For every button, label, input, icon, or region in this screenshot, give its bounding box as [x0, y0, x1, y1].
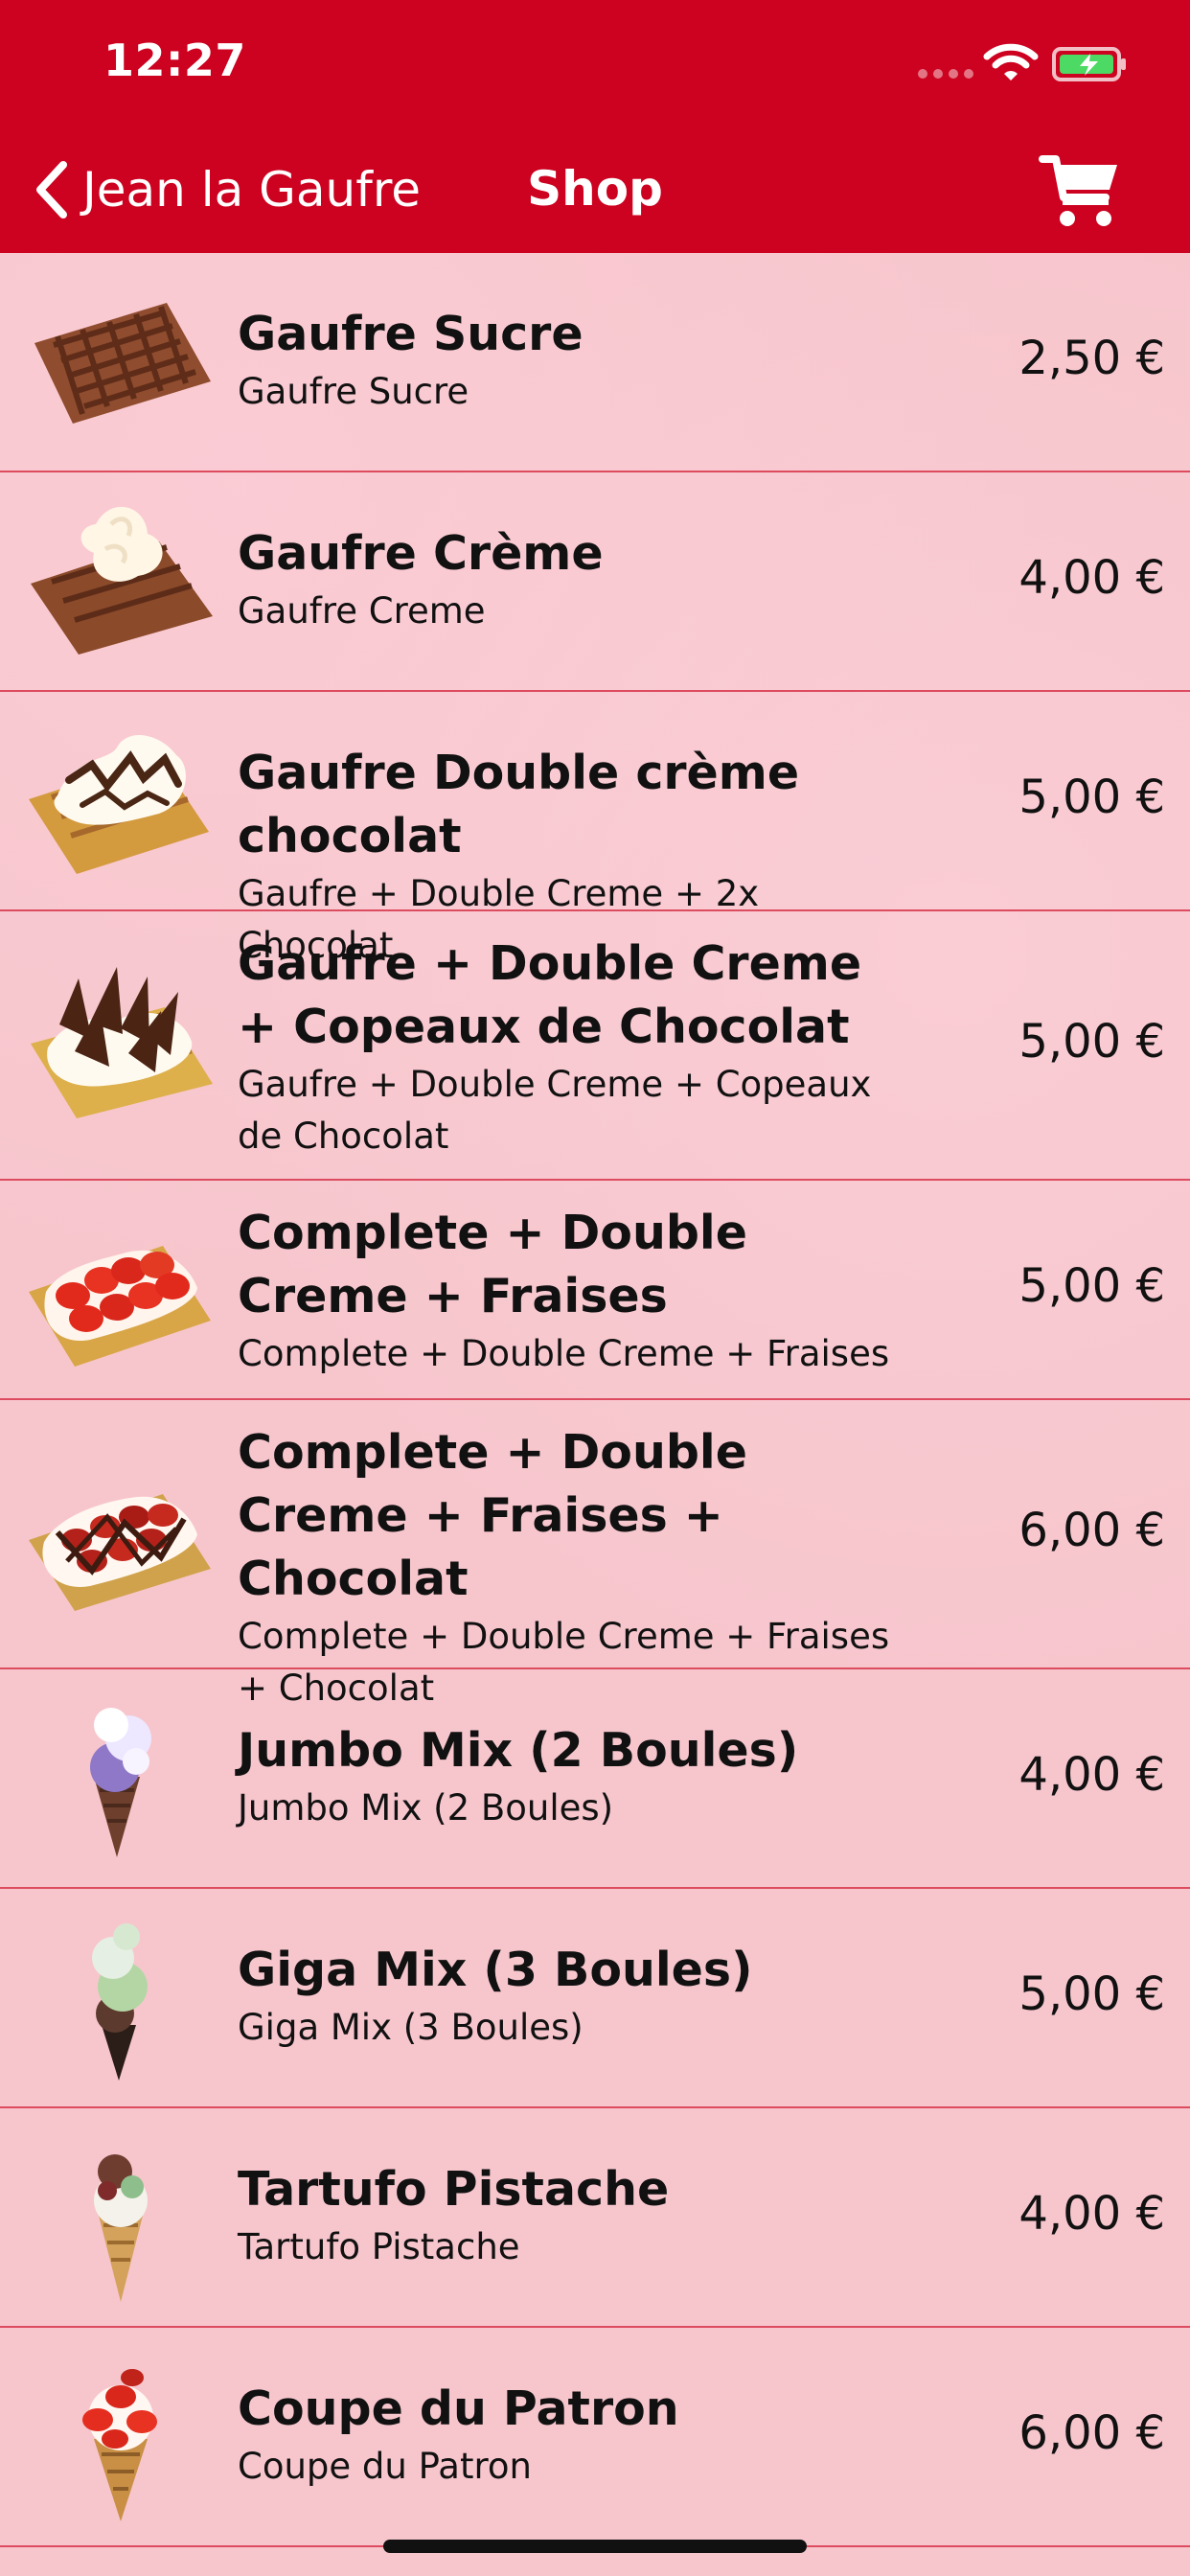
product-row[interactable]: Jumbo Mix (2 Boules) Jumbo Mix (2 Boules… [0, 1669, 1190, 1889]
product-row[interactable]: Complete + Double Creme + Fraises + Choc… [0, 1400, 1190, 1709]
shopping-cart-icon[interactable] [1039, 150, 1123, 230]
product-price: 4,00 € [1018, 551, 1165, 605]
product-description: Gaufre + Double Creme + Copeaux de Choco… [238, 1064, 872, 1157]
product-name: Giga Mix (3 Boules) [238, 1943, 753, 1997]
battery-charging-icon [1052, 47, 1126, 81]
product-description: Giga Mix (3 Boules) [238, 2007, 584, 2048]
product-row[interactable]: Gaufre Double crème chocolat Gaufre + Do… [0, 692, 1190, 966]
product-price: 6,00 € [1018, 1504, 1165, 1557]
ice-cream-cone-icon [92, 1923, 148, 2081]
product-name: Jumbo Mix (2 Boules) [238, 1723, 799, 1778]
product-price: 4,00 € [1018, 2187, 1165, 2241]
product-name: Gaufre Sucre [238, 307, 584, 361]
page-title: Shop [527, 161, 663, 217]
product-description: Gaufre Creme [238, 590, 486, 632]
cellular-signal-icon [918, 69, 973, 79]
product-name: Tartufo Pistache [238, 2162, 670, 2217]
waffle-cream-icon [31, 506, 213, 655]
product-price: 5,00 € [1018, 1259, 1165, 1313]
product-price: 4,00 € [1018, 1748, 1165, 1802]
waffle-double-cream-chocolate-icon [29, 734, 209, 874]
ice-cream-cone-icon [82, 2369, 157, 2521]
product-name: Gaufre Double crème chocolat [238, 746, 800, 863]
product-description: Jumbo Mix (2 Boules) [238, 1787, 614, 1828]
product-row[interactable]: Tartufo Pistache Tartufo Pistache 4,00 € [0, 2108, 1190, 2328]
product-description: Tartufo Pistache [238, 2226, 520, 2267]
product-row[interactable]: Gaufre + Double Creme + Copeaux de Choco… [0, 911, 1190, 1181]
product-price: 6,00 € [1018, 2406, 1165, 2460]
waffle-plain-icon [34, 303, 211, 424]
product-description: Gaufre Sucre [238, 371, 469, 412]
product-name: Gaufre + Double Creme + Copeaux de Choco… [238, 936, 862, 1054]
product-row[interactable]: Giga Mix (3 Boules) Giga Mix (3 Boules) … [0, 1889, 1190, 2108]
product-list[interactable]: Gaufre Sucre Gaufre Sucre 2,50 € Gaufre … [0, 253, 1190, 2576]
status-time: 12:27 [103, 34, 246, 86]
ice-cream-cone-icon [94, 2154, 148, 2302]
product-name: Complete + Double Creme + Fraises [238, 1206, 747, 1323]
product-name: Coupe du Patron [238, 2381, 679, 2436]
waffle-strawberries-icon [29, 1246, 211, 1367]
product-row[interactable]: Coupe du Patron Coupe du Patron 6,00 € [0, 2328, 1190, 2547]
product-price: 5,00 € [1018, 1967, 1165, 2021]
product-price: 5,00 € [1018, 770, 1165, 824]
wifi-icon [983, 43, 1039, 80]
home-indicator[interactable] [383, 2540, 807, 2553]
product-price: 5,00 € [1018, 1015, 1165, 1069]
product-description: Complete + Double Creme + Fraises [238, 1333, 890, 1374]
product-description: Coupe du Patron [238, 2446, 532, 2487]
product-row[interactable]: Complete + Double Creme + Fraises Comple… [0, 1181, 1190, 1400]
navigation-bar: 12:27 Jean la Gaufre Shop [0, 0, 1190, 253]
waffle-strawberries-chocolate-icon [29, 1494, 211, 1611]
product-name: Complete + Double Creme + Fraises + Choc… [238, 1425, 747, 1606]
waffle-chocolate-shavings-icon [31, 967, 213, 1118]
product-row[interactable]: Gaufre Crème Gaufre Creme 4,00 € [0, 472, 1190, 692]
ice-cream-cone-icon [90, 1708, 151, 1857]
product-price: 2,50 € [1018, 332, 1165, 385]
product-name: Gaufre Crème [238, 526, 604, 581]
product-row[interactable]: Gaufre Sucre Gaufre Sucre 2,50 € [0, 253, 1190, 472]
